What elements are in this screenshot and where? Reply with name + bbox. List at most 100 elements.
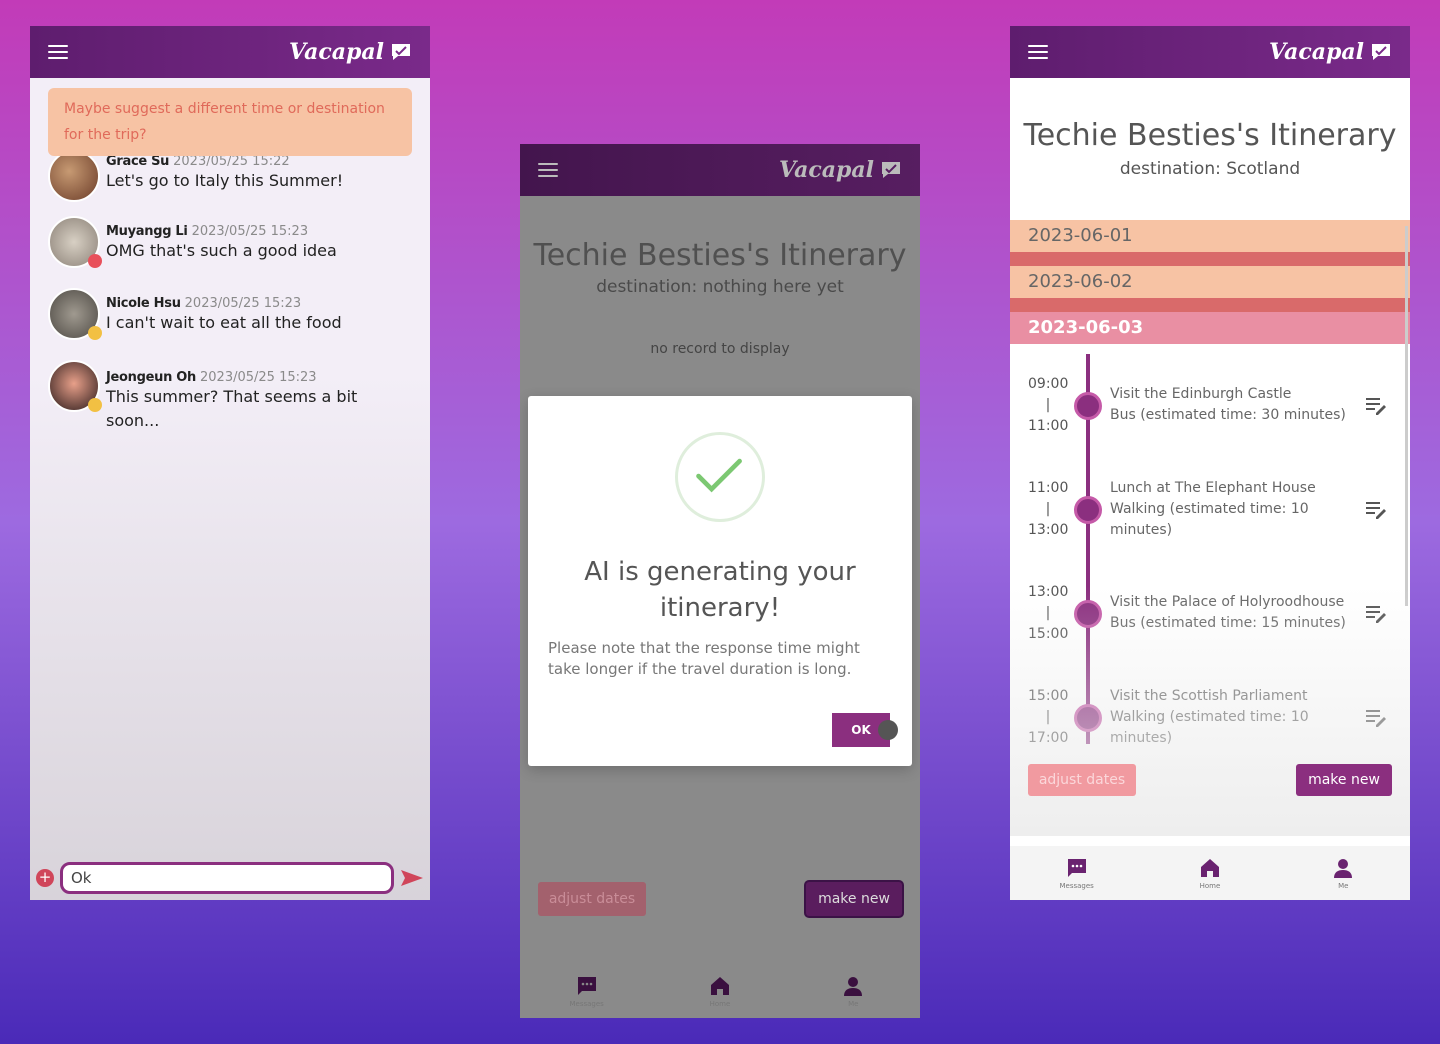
success-check-icon	[675, 432, 765, 522]
time-separator: |	[1045, 605, 1051, 621]
message-author: Grace Su	[106, 154, 170, 169]
top-bar: Vacapal	[30, 26, 430, 78]
castle-icon	[1074, 392, 1102, 420]
send-icon[interactable]	[400, 868, 424, 888]
edit-icon[interactable]	[1364, 602, 1388, 626]
brand-logo: Vacapal	[779, 157, 902, 183]
ok-button[interactable]: OK	[832, 713, 898, 747]
ok-label: OK	[851, 723, 871, 737]
messages-icon	[1067, 858, 1086, 877]
date-tab[interactable]: 2023-06-01	[1010, 220, 1410, 252]
message-input[interactable]	[60, 862, 394, 894]
make-new-button[interactable]: make new	[806, 882, 902, 916]
nav-messages[interactable]: Messages	[547, 975, 627, 1008]
activity-title: Visit the Edinburgh Castle	[1110, 386, 1292, 402]
empty-state: no record to display	[650, 341, 790, 357]
person-icon	[844, 976, 863, 996]
transport-info: Bus (estimated time: 15 minutes)	[1110, 615, 1346, 631]
nav-label: Messages	[569, 999, 604, 1008]
add-attachment-button[interactable]: +	[36, 869, 54, 887]
chat-bubble-icon	[1372, 44, 1390, 60]
nav-messages[interactable]: Messages	[1037, 857, 1117, 890]
edit-icon[interactable]	[1364, 394, 1388, 418]
message-text: This summer? That seems a bit soon...	[106, 387, 358, 430]
emoji-icon	[88, 326, 102, 340]
nav-home[interactable]: Home	[680, 975, 760, 1008]
edit-icon[interactable]	[1364, 498, 1388, 522]
destination-label: destination: Scotland	[1119, 159, 1301, 179]
nav-label: Me	[1338, 881, 1349, 890]
generating-dialog: AI is generating your itinerary! Please …	[528, 396, 912, 766]
suggestion-banner: Maybe suggest a different time or destin…	[48, 88, 412, 156]
start-time: 11:00	[1028, 480, 1069, 496]
itinerary-screen: Vacapal Techie Besties's Itinerary desti…	[1010, 26, 1410, 900]
itinerary-item[interactable]: 09:00 | 11:00 Visit the Edinburgh Castle…	[1010, 374, 1410, 454]
brand-logo: Vacapal	[289, 39, 412, 65]
home-icon	[1200, 858, 1219, 877]
chat-message: Grace Su 2023/05/25 15:22 Let's go to Ita…	[48, 150, 343, 202]
message-author: Jeongeun Oh	[106, 370, 197, 385]
message-text: OMG that's such a good idea	[106, 241, 337, 260]
chat-message: Nicole Hsu 2023/05/25 15:23 I can't wait …	[48, 288, 342, 340]
start-time: 15:00	[1028, 688, 1069, 704]
avatar[interactable]	[48, 216, 102, 268]
dialog-note: Please note that the response time might…	[548, 639, 860, 678]
emoji-icon	[88, 398, 102, 412]
date-tab-active[interactable]: 2023-06-03	[1010, 312, 1410, 344]
itinerary-item[interactable]: 13:00 | 15:00 Visit the Palace of Holyro…	[1010, 582, 1410, 662]
menu-icon[interactable]	[48, 45, 68, 59]
time-separator: |	[1045, 397, 1051, 413]
activity-title: Visit the Scottish Parliament	[1110, 688, 1308, 704]
nav-me[interactable]: Me	[1303, 857, 1383, 890]
edit-icon[interactable]	[1364, 706, 1388, 730]
palace-icon	[1074, 600, 1102, 628]
chat-message: Muyangg Li 2023/05/25 15:23 OMG that's su…	[48, 216, 337, 268]
parliament-icon	[1074, 704, 1102, 732]
nav-label: Me	[848, 999, 859, 1008]
message-composer: +	[30, 856, 430, 900]
end-time: 13:00	[1028, 522, 1069, 538]
date-divider	[1010, 252, 1410, 266]
nav-me[interactable]: Me	[813, 975, 893, 1008]
nav-home[interactable]: Home	[1170, 857, 1250, 890]
brand-name: Vacapal	[779, 157, 874, 183]
brand-logo: Vacapal	[1269, 39, 1392, 65]
brand-name: Vacapal	[1269, 39, 1364, 65]
avatar[interactable]	[48, 360, 102, 412]
end-time: 17:00	[1028, 730, 1069, 746]
time-separator: |	[1045, 501, 1051, 517]
message-time: 2023/05/25 15:23	[200, 370, 317, 385]
date-divider	[1010, 298, 1410, 312]
dialog-title: AI is generating your itinerary!	[584, 557, 856, 623]
bottom-nav: Messages Home Me	[1010, 846, 1410, 900]
itinerary-item[interactable]: 15:00 | 17:00 Visit the Scottish Parliam…	[1010, 686, 1410, 766]
top-bar: Vacapal	[520, 144, 920, 196]
adjust-dates-button[interactable]: adjust dates	[1028, 764, 1136, 796]
activity-title: Visit the Palace of Holyroodhouse	[1110, 594, 1345, 610]
page-title: Techie Besties's Itinerary	[533, 238, 907, 273]
date-tab[interactable]: 2023-06-02	[1010, 266, 1410, 298]
transport-info: Walking (estimated time: 10 minutes)	[1110, 501, 1309, 538]
message-text: I can't wait to eat all the food	[106, 313, 342, 332]
bottom-nav: Messages Home Me	[520, 964, 920, 1018]
menu-icon[interactable]	[538, 163, 558, 177]
adjust-dates-button[interactable]: adjust dates	[538, 882, 646, 916]
avatar[interactable]	[48, 150, 100, 202]
menu-icon[interactable]	[1028, 45, 1048, 59]
avatar[interactable]	[48, 288, 102, 340]
make-new-button[interactable]: make new	[1296, 764, 1392, 796]
message-author: Muyangg Li	[106, 224, 188, 239]
transport-info: Walking (estimated time: 10 minutes)	[1110, 709, 1309, 746]
start-time: 09:00	[1028, 376, 1069, 392]
end-time: 11:00	[1028, 418, 1069, 434]
activity-title: Lunch at The Elephant House	[1110, 480, 1316, 496]
itinerary-item[interactable]: 11:00 | 13:00 Lunch at The Elephant Hous…	[1010, 478, 1410, 558]
destination-label: destination: nothing here yet	[596, 277, 844, 297]
nav-label: Home	[1199, 881, 1221, 890]
transport-info: Bus (estimated time: 30 minutes)	[1110, 407, 1346, 423]
loading-screen: Vacapal Techie Besties's Itinerary desti…	[520, 144, 920, 1018]
start-time: 13:00	[1028, 584, 1069, 600]
chat-bubble-icon	[392, 44, 410, 60]
brand-name: Vacapal	[289, 39, 384, 65]
message-text: Let's go to Italy this Summer!	[106, 171, 344, 190]
